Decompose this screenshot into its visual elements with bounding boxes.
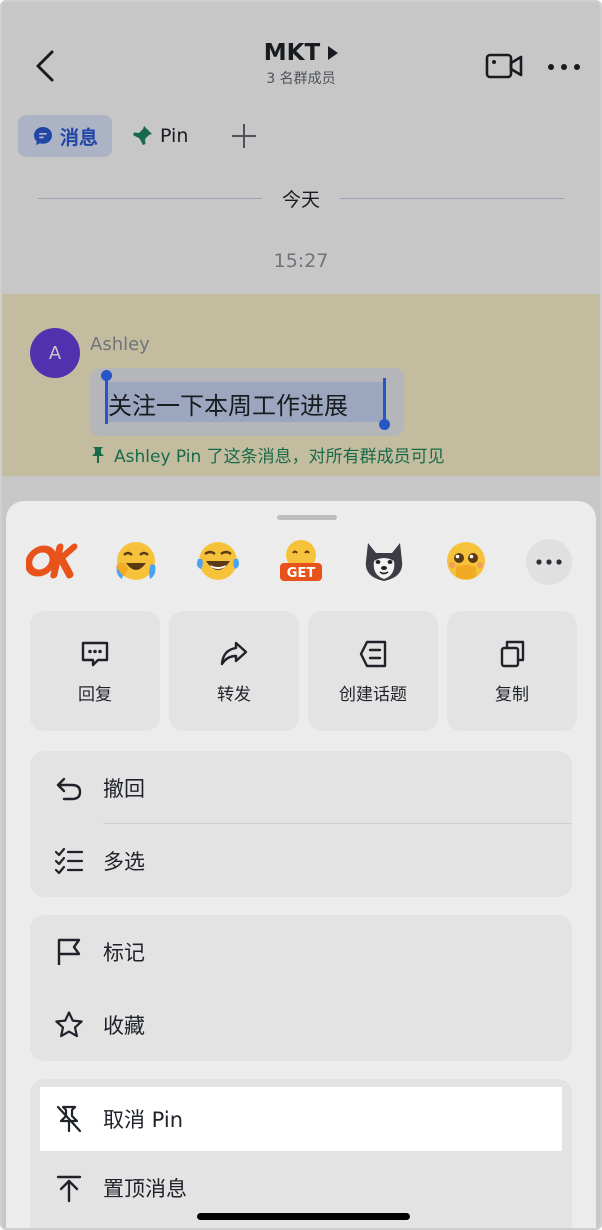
undo-icon	[54, 773, 84, 803]
sheet-grabber[interactable]	[277, 515, 337, 520]
reply-label: 回复	[78, 684, 112, 705]
menu-item-multi-select[interactable]: 多选	[30, 824, 572, 897]
flag-icon	[54, 937, 84, 967]
phone-frame: MKT 3 名群成员 消息 Pin 今天 15:27 A Ashley 关注一下…	[0, 0, 602, 1230]
reply-icon	[81, 641, 109, 666]
menu-group-edit: 撤回 多选	[30, 751, 572, 897]
checklist-icon	[54, 846, 84, 876]
copy-button[interactable]: 复制	[447, 611, 577, 731]
get-emoji-label: GET	[287, 566, 316, 581]
menu-item-favorite-label: 收藏	[103, 1013, 145, 1038]
menu-item-multi-select-label: 多选	[103, 849, 145, 874]
home-indicator[interactable]	[197, 1213, 410, 1220]
unpin-icon	[54, 1104, 84, 1134]
menu-group-mark: 标记 收藏	[30, 915, 572, 1061]
pleading-emoji-icon[interactable]	[442, 537, 490, 585]
more-reactions-button[interactable]	[526, 539, 572, 585]
menu-group-pin: 取消 Pin 置顶消息	[30, 1079, 572, 1228]
crying-laughing-emoji-icon[interactable]	[112, 537, 160, 585]
topic-icon	[359, 640, 387, 667]
star-icon	[54, 1010, 84, 1040]
forward-label: 转发	[217, 684, 251, 705]
forward-button[interactable]: 转发	[169, 611, 299, 731]
reaction-bar: GET	[22, 537, 580, 585]
create-topic-label: 创建话题	[339, 684, 407, 705]
menu-item-mark-label: 标记	[103, 940, 145, 965]
copy-icon	[500, 640, 525, 667]
get-emoji-icon[interactable]: GET	[277, 537, 325, 585]
menu-item-recall[interactable]: 撤回	[30, 751, 572, 824]
laughing-tears-emoji-icon[interactable]	[194, 537, 242, 585]
more-dots-icon	[536, 559, 562, 565]
create-topic-button[interactable]: 创建话题	[308, 611, 438, 731]
menu-item-recall-label: 撤回	[103, 776, 145, 801]
message-actions-sheet: GET 回复 转发 创建话题 复制 撤回 多选 标记 收藏 取消 Pin 置顶消…	[6, 501, 596, 1228]
forward-icon	[220, 641, 248, 665]
menu-item-unpin[interactable]: 取消 Pin	[40, 1087, 562, 1151]
menu-item-mark[interactable]: 标记	[30, 915, 572, 988]
menu-item-pin-to-top-label: 置顶消息	[103, 1176, 187, 1201]
reply-button[interactable]: 回复	[30, 611, 160, 731]
menu-item-unpin-label: 取消 Pin	[103, 1108, 184, 1132]
copy-label: 复制	[495, 684, 529, 705]
ok-emoji-icon[interactable]	[26, 537, 82, 585]
pin-to-top-icon	[54, 1173, 84, 1203]
husky-dog-emoji-icon[interactable]	[360, 537, 408, 585]
menu-item-favorite[interactable]: 收藏	[30, 988, 572, 1061]
